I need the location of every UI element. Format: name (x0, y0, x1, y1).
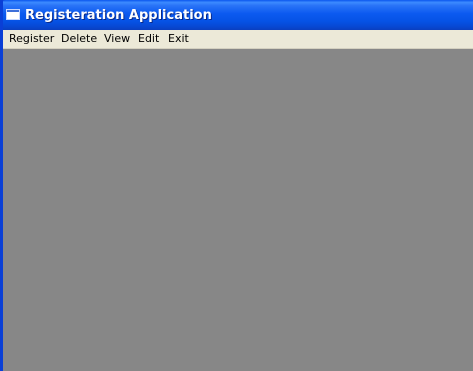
app-window: Registeration Application Register Delet… (0, 0, 473, 371)
menu-view[interactable]: View (104, 32, 130, 45)
app-window-icon[interactable] (6, 9, 20, 20)
title-bar[interactable]: Registeration Application (3, 0, 473, 30)
window-title: Registeration Application (25, 8, 212, 23)
menu-exit[interactable]: Exit (168, 32, 189, 45)
menu-register[interactable]: Register (9, 32, 54, 45)
menu-delete[interactable]: Delete (61, 32, 97, 45)
menu-edit[interactable]: Edit (138, 32, 159, 45)
mdi-client-area[interactable] (3, 49, 473, 371)
menu-bar: Register Delete View Edit Exit (3, 30, 473, 49)
